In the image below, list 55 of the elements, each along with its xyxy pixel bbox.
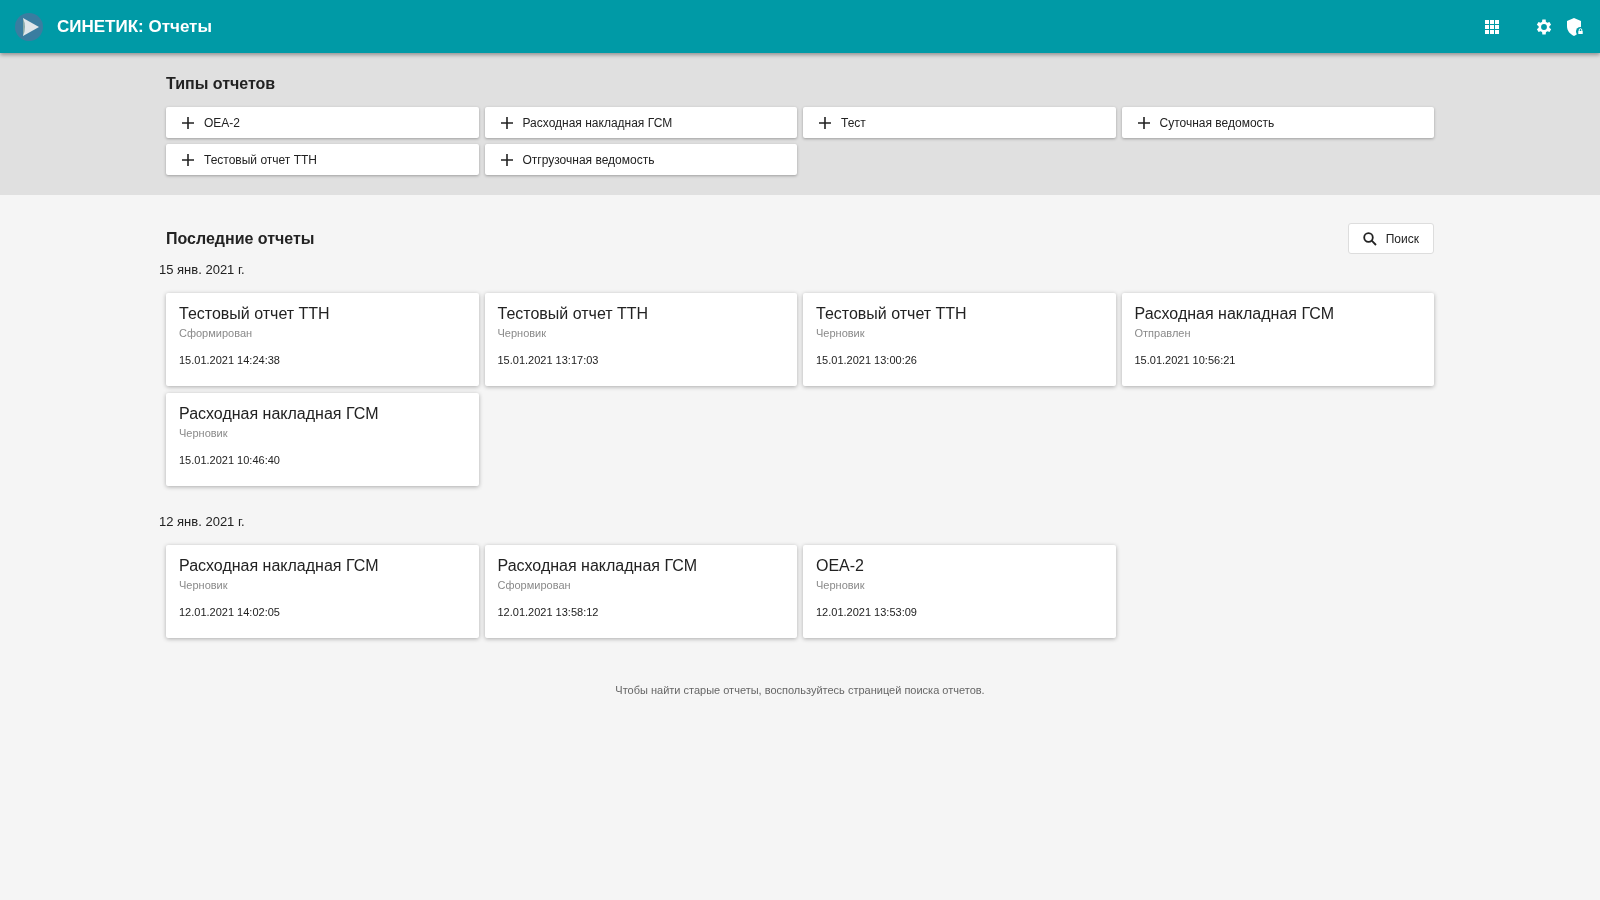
report-card[interactable]: Тестовый отчет ТТН Сформирован 15.01.2021 14:24:38 [166,293,479,386]
plus-icon [500,116,513,129]
report-type-button[interactable]: Расходная накладная ГСМ [484,107,797,138]
report-title: Расходная накладная ГСМ [179,405,379,423]
report-title: Тестовый отчет ТТН [179,305,330,323]
report-status: Черновик [816,327,865,339]
report-timestamp: 15.01.2021 10:56:21 [1134,354,1236,366]
report-status: Черновик [179,579,228,591]
report-card[interactable]: OEA-2 Черновик 12.01.2021 13:53:09 [803,545,1116,638]
report-type-button[interactable]: OEA-2 [166,107,479,138]
report-card[interactable]: Расходная накладная ГСМ Черновик 15.01.2021 10:46:40 [166,393,479,486]
report-card[interactable]: Тестовый отчет ТТН Черновик 15.01.2021 13:00:26 [803,293,1116,386]
search-button[interactable]: Поиск [1347,223,1434,254]
section-title: Типы отчетов [166,75,277,93]
app-title: СИНЕТИК: Отчеты [57,16,213,37]
report-status: Сформирован [179,327,253,339]
report-status: Сформирован [497,579,571,591]
shield-lock-icon[interactable] [1566,16,1586,37]
report-title: Тестовый отчет ТТН [497,305,649,323]
report-timestamp: 12.01.2021 14:02:05 [179,606,280,618]
section-title: Последние отчеты [166,229,315,248]
report-title: Расходная накладная ГСМ [179,557,379,575]
plus-icon [500,153,513,166]
date-heading: 12 янв. 2021 г. [159,514,245,529]
report-title: OEA-2 [816,557,864,575]
report-timestamp: 12.01.2021 13:53:09 [816,606,917,618]
report-type-button[interactable]: Тестовый отчет ТТН [166,144,479,175]
report-timestamp: 15.01.2021 13:00:26 [816,354,917,366]
report-card[interactable]: Тестовый отчет ТТН Черновик 15.01.2021 13:17:03 [484,293,797,386]
report-card[interactable]: Расходная накладная ГСМ Сформирован 12.01.2021 13:58:12 [484,545,797,638]
report-title: Расходная накладная ГСМ [1134,305,1335,323]
apps-grid-icon[interactable] [1484,18,1500,35]
report-type-button[interactable]: Тест [803,107,1116,138]
date-heading: 15 янв. 2021 г. [159,262,245,277]
search-icon [1362,231,1377,246]
report-status: Черновик [179,427,228,439]
report-title: Расходная накладная ГСМ [497,557,698,575]
plus-icon [182,116,194,129]
plus-icon [182,153,194,166]
report-type-button[interactable]: Суточная ведомость [1121,107,1434,138]
report-status: Черновик [816,579,865,591]
report-timestamp: 12.01.2021 13:58:12 [497,606,599,618]
report-type-button[interactable]: Отгрузочная ведомость [484,144,797,175]
footer-note: Чтобы найти старые отчеты, воспользуйтесь страницей поиска отчетов. [614,684,986,696]
plus-icon [819,116,831,129]
report-status: Черновик [497,327,547,339]
logo-icon [14,11,44,42]
plus-icon [1137,116,1150,129]
report-card[interactable]: Расходная накладная ГСМ Черновик 12.01.2021 14:02:05 [166,545,479,638]
report-title: Тестовый отчет ТТН [816,305,967,323]
report-card[interactable]: Расходная накладная ГСМ Отправлен 15.01.2021 10:56:21 [1121,293,1434,386]
report-timestamp: 15.01.2021 14:24:38 [179,354,280,366]
report-status: Отправлен [1134,327,1191,339]
report-timestamp: 15.01.2021 10:46:40 [179,454,280,466]
report-timestamp: 15.01.2021 13:17:03 [497,354,599,366]
